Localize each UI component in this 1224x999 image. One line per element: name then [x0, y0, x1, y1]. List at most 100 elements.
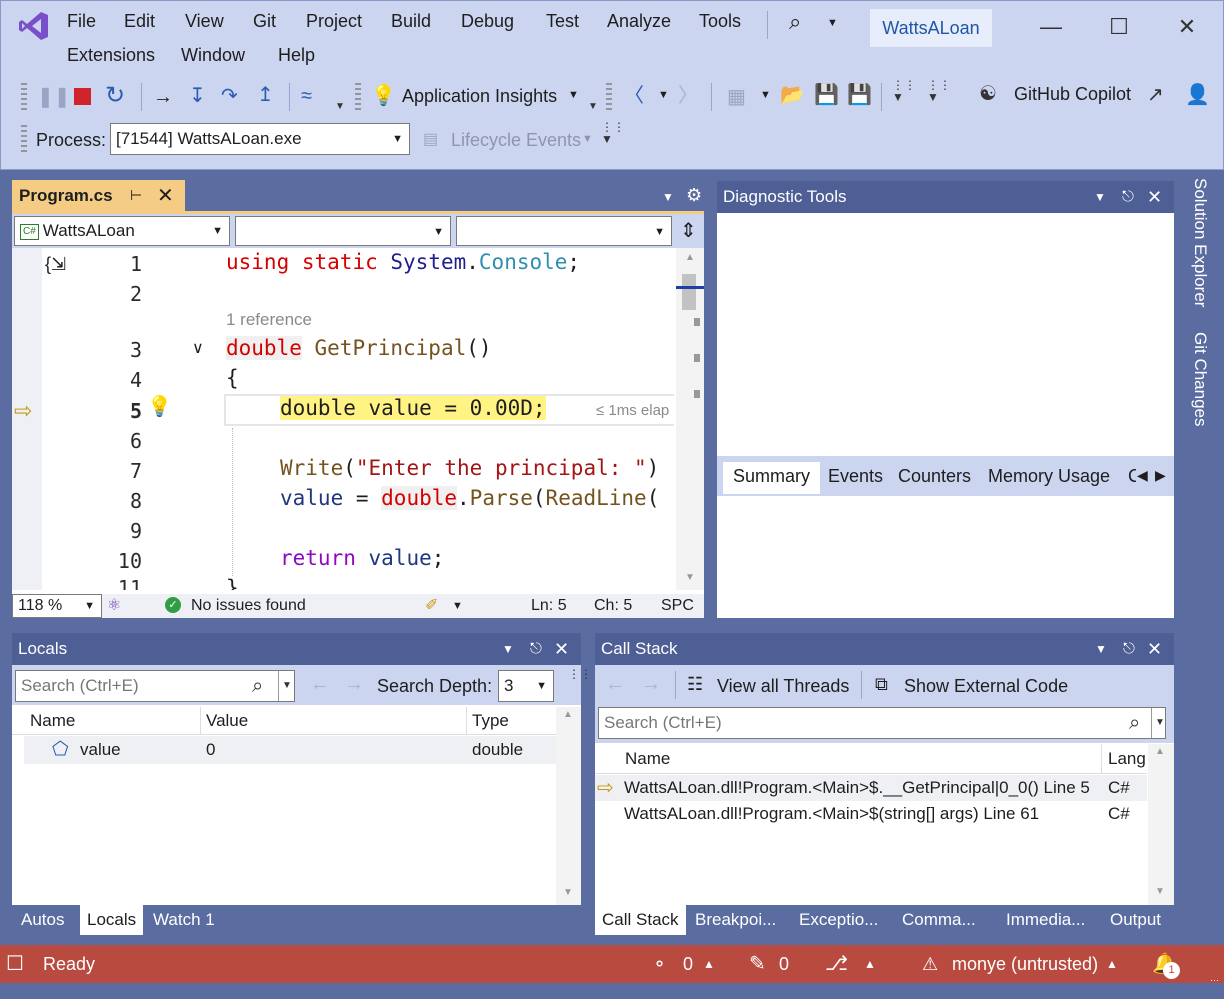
search-icon[interactable]: ⌕	[252, 671, 263, 701]
code-cleanup-brush-icon[interactable]: ✐	[425, 594, 438, 618]
commit-count[interactable]: 0	[683, 945, 693, 983]
github-copilot-button[interactable]: GitHub Copilot	[1014, 84, 1131, 105]
close-icon[interactable]: ✕	[1147, 633, 1162, 665]
column-value[interactable]: Value	[206, 711, 248, 731]
share-icon[interactable]: ↗	[1147, 83, 1164, 107]
editor-scrollbar[interactable]: ▲ ▼	[676, 248, 704, 590]
menu-tools[interactable]: Tools	[699, 11, 741, 32]
process-dropdown[interactable]: [71544] WattsALoan.exe ▼	[110, 123, 410, 155]
chevron-up-icon[interactable]: ▲	[703, 945, 715, 983]
tab-summary[interactable]: Summary	[723, 462, 821, 494]
type-dropdown[interactable]: ▼	[235, 216, 451, 246]
table-row[interactable]: ⇨ WattsALoan.dll!Program.<Main>$.__GetPr…	[595, 775, 1147, 801]
chevron-down-icon[interactable]: ▼	[452, 594, 463, 618]
scroll-right-icon[interactable]: ▶	[1155, 467, 1166, 484]
close-tab-icon[interactable]: ✕	[157, 183, 174, 208]
tab-cpu-usage[interactable]: C	[1128, 462, 1136, 490]
toolbar-grip[interactable]	[21, 83, 27, 111]
lifecycle-events-button[interactable]: Lifecycle Events	[451, 130, 581, 151]
scroll-down-icon[interactable]: ▼	[685, 572, 695, 583]
tab-output[interactable]: Output	[1103, 905, 1168, 935]
chevron-up-icon[interactable]: ▲	[1106, 945, 1118, 983]
gear-icon[interactable]: ⚙	[686, 185, 702, 206]
overflow-icon[interactable]: ⋮⋮ ▼	[601, 121, 625, 145]
overflow-icon[interactable]: ⋮⋮ ▼	[927, 79, 951, 103]
minimize-button[interactable]: —	[1031, 7, 1071, 47]
save-icon[interactable]: 💾	[814, 83, 839, 107]
pin-icon[interactable]: ⊢	[130, 187, 142, 204]
chevron-down-icon[interactable]: ▼	[658, 89, 669, 101]
commit-icon[interactable]: ⚬	[652, 945, 667, 983]
tab-memory-usage[interactable]: Memory Usage	[988, 462, 1110, 490]
menu-analyze[interactable]: Analyze	[607, 11, 671, 32]
edit-count[interactable]: 0	[779, 945, 789, 983]
tab-breakpoints[interactable]: Breakpoi...	[688, 905, 783, 935]
menu-view[interactable]: View	[185, 11, 224, 32]
toolbar-grip[interactable]	[355, 83, 361, 111]
scroll-up-icon[interactable]: ▲	[1155, 746, 1165, 757]
scroll-down-icon[interactable]: ▼	[1155, 886, 1165, 897]
panel-menu-icon[interactable]: ▼	[1094, 181, 1106, 213]
chevron-down-icon[interactable]: ▼	[568, 89, 579, 101]
close-icon[interactable]: ✕	[554, 633, 569, 665]
menu-help[interactable]: Help	[278, 45, 315, 66]
open-folder-icon[interactable]: 📂	[780, 83, 805, 107]
repo-user[interactable]: monye (untrusted)	[952, 945, 1098, 983]
menu-edit[interactable]: Edit	[124, 11, 155, 32]
column-divider[interactable]	[200, 707, 201, 735]
tab-counters[interactable]: Counters	[898, 462, 971, 490]
application-insights-button[interactable]: Application Insights	[402, 86, 557, 107]
overflow-icon[interactable]: ▼	[588, 95, 598, 119]
search-icon[interactable]: ⌕	[1129, 708, 1140, 738]
panel-menu-icon[interactable]: ▼	[1095, 633, 1107, 665]
whitespace-mode[interactable]: SPC	[661, 594, 694, 618]
tab-locals[interactable]: Locals	[80, 905, 144, 935]
locals-search-input[interactable]: Search (Ctrl+E) ⌕ ▼	[15, 670, 295, 702]
search-backward-icon[interactable]: ←	[310, 673, 330, 696]
column-divider[interactable]	[1101, 744, 1102, 774]
overflow-icon[interactable]: ⋮⋮ ▼	[892, 79, 916, 103]
search-dropdown-icon[interactable]: ▼	[827, 17, 838, 29]
save-all-icon[interactable]: 💾	[847, 83, 872, 107]
new-project-icon[interactable]: ▦	[727, 85, 746, 109]
scroll-left-icon[interactable]: ◀	[1137, 467, 1148, 484]
menu-build[interactable]: Build	[391, 11, 431, 32]
feedback-icon[interactable]: 👤	[1185, 83, 1210, 107]
menu-test[interactable]: Test	[546, 11, 579, 32]
member-dropdown[interactable]: ▼	[456, 216, 672, 246]
search-depth-dropdown[interactable]: 3 ▼	[498, 670, 554, 702]
overflow-icon[interactable]: ⋮⋮	[568, 667, 592, 681]
column-name[interactable]: Name	[30, 711, 75, 731]
pin-icon[interactable]: ⎋	[1123, 633, 1135, 665]
toolbar-grip[interactable]	[606, 83, 612, 111]
code-area[interactable]: using static System.Console; 1 reference…	[224, 248, 674, 590]
menu-git[interactable]: Git	[253, 11, 276, 32]
chat-bubble-icon[interactable]: ☐	[6, 945, 24, 983]
menu-project[interactable]: Project	[306, 11, 362, 32]
view-all-threads-button[interactable]: View all Threads	[717, 676, 849, 697]
overflow-icon[interactable]: ▼	[335, 95, 345, 119]
intellicode-icon[interactable]: ⚛	[107, 594, 121, 618]
project-dropdown[interactable]: C# WattsALoan ▼	[14, 216, 230, 246]
locals-scrollbar[interactable]: ▲ ▼	[556, 707, 581, 905]
table-row[interactable]: ⬠ value 0 double	[24, 736, 556, 764]
issues-status[interactable]: No issues found	[191, 594, 306, 618]
scroll-up-icon[interactable]: ▲	[563, 709, 573, 720]
chevron-down-icon[interactable]: ▼	[1151, 708, 1165, 738]
chevron-down-icon[interactable]: ▼	[278, 671, 292, 701]
navigate-back-icon[interactable]: 〈	[624, 84, 644, 108]
collapse-chevron-icon[interactable]: ∨	[192, 338, 204, 358]
column-divider[interactable]	[466, 707, 467, 735]
solution-explorer-tab[interactable]: Solution Explorer	[1186, 178, 1210, 328]
step-into-icon[interactable]: ↧	[189, 84, 206, 108]
show-external-code-button[interactable]: Show External Code	[904, 676, 1068, 697]
close-icon[interactable]: ✕	[1147, 181, 1162, 213]
table-row[interactable]: WattsALoan.dll!Program.<Main>$(string[] …	[595, 801, 1147, 827]
show-next-statement-icon[interactable]: →	[153, 85, 173, 109]
chevron-down-icon[interactable]: ▼	[760, 89, 771, 101]
scroll-down-icon[interactable]: ▼	[563, 887, 573, 898]
tab-watch-1[interactable]: Watch 1	[146, 905, 222, 935]
zoom-dropdown[interactable]: 118 % ▼	[12, 594, 102, 618]
panel-menu-icon[interactable]: ▼	[502, 633, 514, 665]
branch-icon[interactable]: ⎇	[825, 945, 848, 983]
